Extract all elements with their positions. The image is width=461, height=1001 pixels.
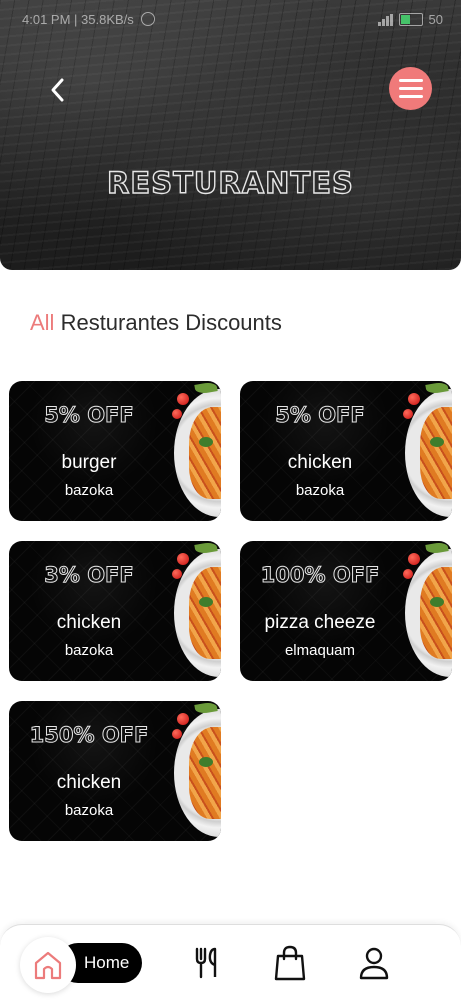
pasta-image	[189, 727, 221, 819]
whatsapp-icon	[141, 12, 156, 26]
discount-label: 150% OFF	[29, 723, 149, 748]
discount-label: 5% OFF	[44, 403, 135, 428]
restaurants-tab[interactable]	[189, 945, 225, 981]
pasta-image	[420, 567, 452, 659]
status-time: 4:01 PM | 35.8KB/s	[22, 12, 134, 27]
card-subtitle: bazoka	[64, 642, 114, 659]
card-name: burger	[61, 452, 117, 473]
pasta-image	[189, 567, 221, 659]
menu-button[interactable]	[389, 67, 432, 110]
profile-icon	[359, 947, 389, 980]
battery-level: 50	[428, 12, 443, 27]
status-bar: 4:01 PM | 35.8KB/s 50	[0, 0, 461, 40]
home-button[interactable]	[20, 937, 76, 993]
discount-card[interactable]: 3% OFF chicken bazoka	[9, 541, 221, 681]
profile-tab[interactable]	[356, 945, 392, 981]
menu-icon	[398, 79, 423, 82]
section-title-accent: All	[30, 310, 55, 335]
discount-label: 100% OFF	[260, 563, 380, 588]
card-name: chicken	[56, 772, 122, 793]
chevron-left-icon	[51, 78, 64, 102]
discount-grid: 5% OFF burger bazoka 5% OFF chicken bazo…	[9, 381, 454, 841]
pasta-image	[420, 407, 452, 499]
card-subtitle: bazoka	[295, 482, 345, 499]
card-name: chicken	[287, 452, 353, 473]
pasta-image	[189, 407, 221, 499]
shopping-bag-icon	[274, 945, 306, 981]
card-subtitle: elmaquam	[284, 642, 356, 659]
discount-card[interactable]: 150% OFF chicken bazoka	[9, 701, 221, 841]
utensils-icon	[195, 947, 217, 979]
discount-card[interactable]: 5% OFF burger bazoka	[9, 381, 221, 521]
card-name: pizza cheeze	[264, 612, 376, 633]
home-icon	[34, 951, 62, 980]
back-button[interactable]	[40, 72, 76, 108]
header-banner: 4:01 PM | 35.8KB/s 50 RESTURANTES	[0, 0, 461, 270]
signal-icon	[377, 13, 393, 26]
card-name: chicken	[56, 612, 122, 633]
discount-label: 5% OFF	[275, 403, 366, 428]
card-subtitle: bazoka	[64, 802, 114, 819]
bottom-navigation: Home	[0, 924, 461, 1001]
discount-label: 3% OFF	[44, 563, 135, 588]
card-subtitle: bazoka	[64, 482, 114, 499]
cart-tab[interactable]	[272, 945, 308, 981]
page-title: RESTURANTES	[106, 165, 354, 200]
discount-card[interactable]: 5% OFF chicken bazoka	[240, 381, 452, 521]
section-title: All Resturantes Discounts	[30, 310, 282, 336]
battery-icon	[398, 13, 423, 26]
home-label: Home	[84, 953, 130, 972]
discount-card[interactable]: 100% OFF pizza cheeze elmaquam	[240, 541, 452, 681]
section-title-text: Resturantes Discounts	[54, 310, 282, 335]
